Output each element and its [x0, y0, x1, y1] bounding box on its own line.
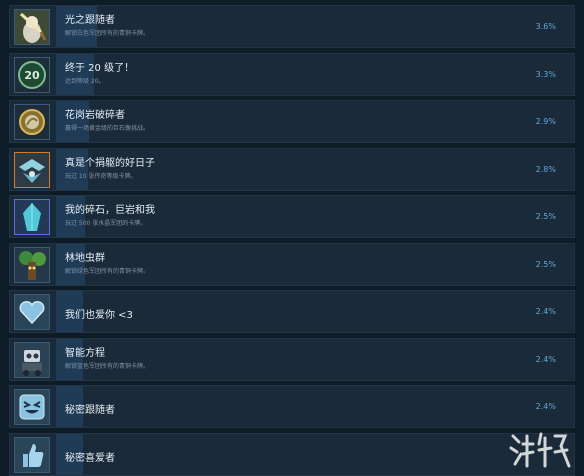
- unlock-percentage: 2.4%: [535, 354, 556, 364]
- achievement-row[interactable]: 我们也爱你 <3 2.4%: [9, 290, 575, 333]
- achievement-list: 光之跟随者解锁白色军团所有的青铜卡牌。 3.6% 20 终于 20 级了！ 达到等级 2…: [0, 0, 584, 476]
- achievement-row[interactable]: 光之跟随者解锁白色军团所有的青铜卡牌。 3.6%: [9, 5, 575, 48]
- achievement-title: 终于 20 级了！: [65, 62, 135, 74]
- light-follower-icon: [14, 9, 50, 45]
- unlock-percentage: 2.5%: [535, 259, 556, 269]
- achievement-description: 达到等级 20。: [65, 77, 105, 85]
- unlock-percentage: 2.5%: [535, 212, 556, 221]
- heart-icon: [14, 294, 50, 330]
- unlock-percentage: 2.4%: [535, 307, 556, 316]
- unlock-percentage: 2.4%: [535, 402, 556, 411]
- achievement-row[interactable]: 智能方程解锁蓝色军团所有的青铜卡牌。 2.4%: [9, 337, 575, 381]
- unlock-percentage: 2.9%: [535, 117, 556, 126]
- achievement-row[interactable]: 20 终于 20 级了！ 达到等级 20。 3.3%: [9, 52, 575, 96]
- achievement-description: 解锁蓝色军团所有的青铜卡牌。: [65, 362, 150, 370]
- svg-text:20: 20: [24, 69, 40, 82]
- unlock-percentage: 2.8%: [535, 164, 556, 174]
- achievement-title: 我们也爱你 <3: [65, 310, 133, 321]
- achievement-title: 秘密跟随者: [65, 405, 115, 416]
- achievement-row[interactable]: 秘密跟随者 2.4%: [9, 385, 575, 428]
- achievement-description: 玩过 500 张水晶军团的卡牌。: [65, 220, 147, 227]
- achievement-row[interactable]: 林地虫群解锁绿色军团所有的青铜卡牌。 2.5%: [9, 242, 575, 286]
- achievement-title: 我的碎石，巨岩和我: [65, 205, 155, 216]
- thumbs-up-icon: [14, 436, 50, 473]
- achievement-row[interactable]: 我的碎石，巨岩和我玩过 500 张水晶军团的卡牌。 2.5%: [9, 195, 575, 238]
- achievement-title: 花岗岩破碎者: [65, 110, 125, 121]
- level-20-badge-icon: 20: [14, 56, 50, 93]
- achievement-row[interactable]: 秘密喜爱者: [9, 432, 575, 476]
- achievement-title: 智能方程: [65, 347, 105, 359]
- achievement-description: 解锁绿色军团所有的青铜卡牌。: [65, 267, 150, 275]
- unlock-percentage: 3.3%: [535, 69, 556, 79]
- achievement-title: 秘密喜爱者: [65, 452, 115, 464]
- unlock-percentage: 3.6%: [535, 22, 556, 31]
- achievement-row[interactable]: 真是个捐躯的好日子玩过 10 张传奇等级卡牌。 2.8%: [9, 147, 575, 191]
- blue-crystal-icon: [14, 199, 50, 235]
- achievement-title: 真是个捐躯的好日子: [65, 157, 155, 169]
- achievement-description: 解锁白色军团所有的青铜卡牌。: [65, 30, 150, 37]
- achievement-title: 林地虫群: [65, 252, 105, 264]
- achievement-description: 赢得一场黄金级的巨石像挑战。: [65, 125, 150, 132]
- achievement-row[interactable]: 花岗岩破碎者赢得一场黄金级的巨石像挑战。 2.9%: [9, 100, 575, 143]
- grin-face-icon: [14, 389, 50, 425]
- legendary-emblem-icon: [14, 151, 50, 188]
- treant-icon: [14, 246, 50, 283]
- gold-medallion-icon: [14, 104, 50, 140]
- achievement-description: 玩过 10 张传奇等级卡牌。: [65, 172, 137, 180]
- robot-icon: [14, 341, 50, 378]
- achievement-title: 光之跟随者: [65, 15, 115, 26]
